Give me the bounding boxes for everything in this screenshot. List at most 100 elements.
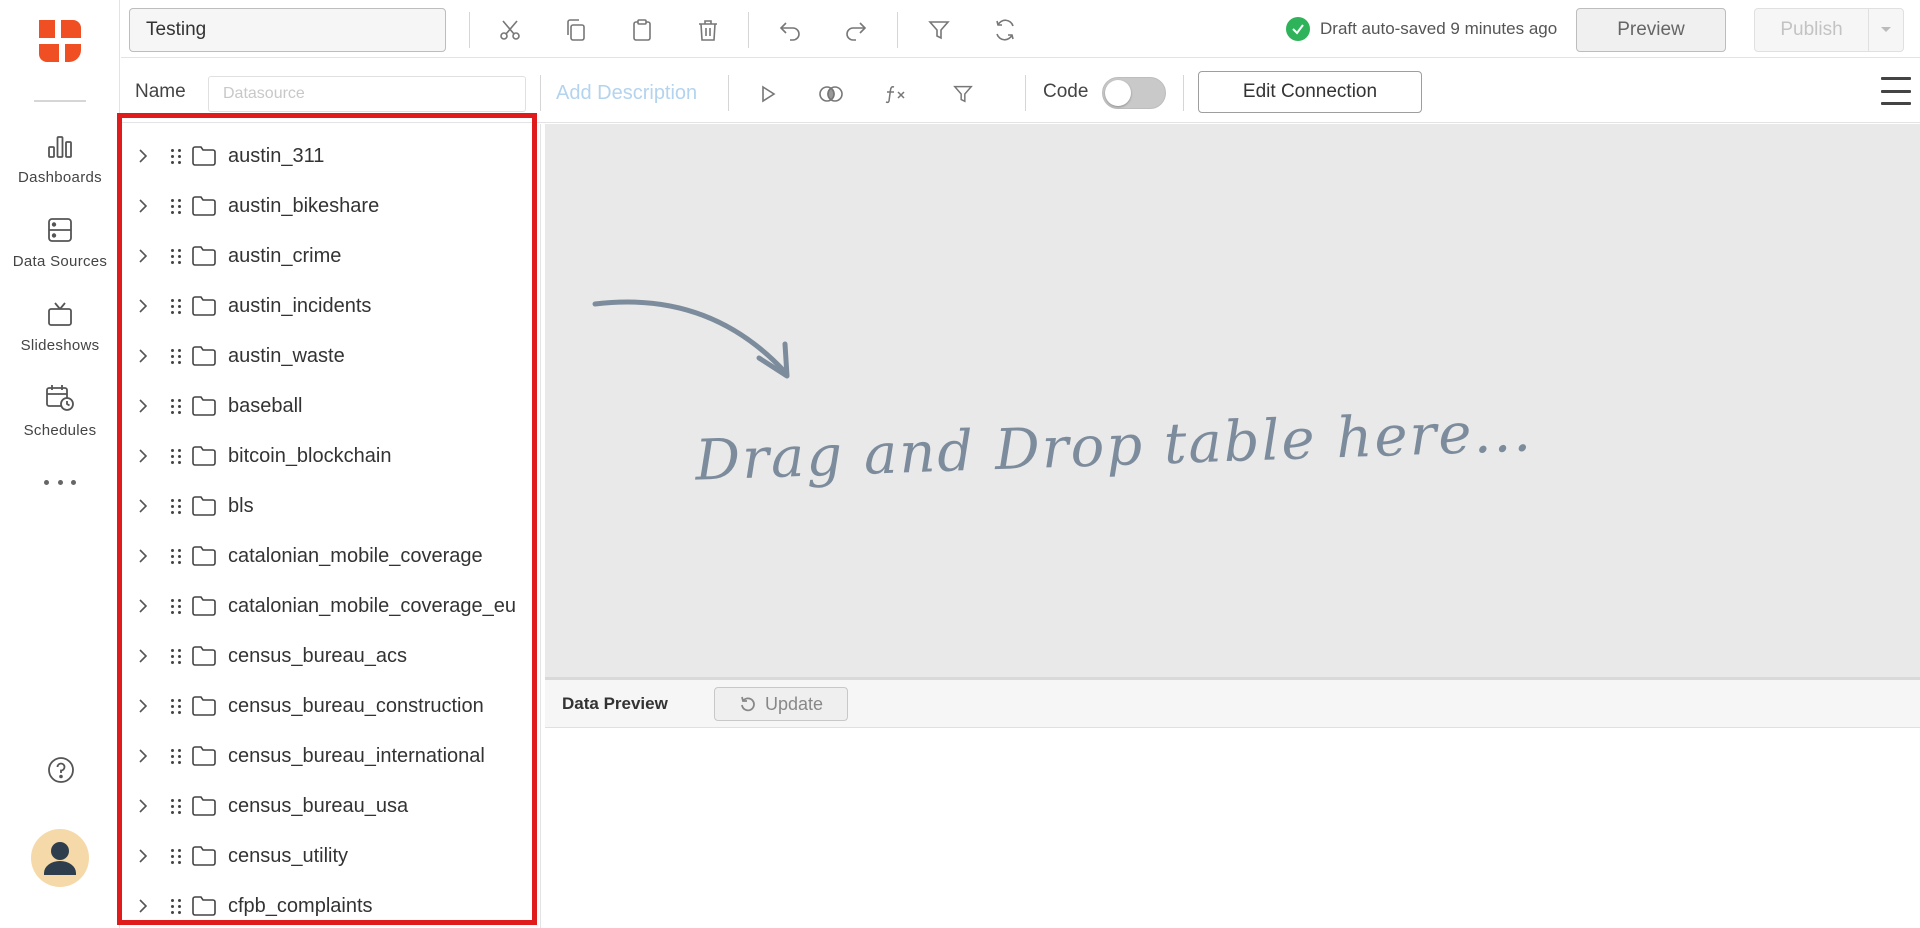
- add-description-link[interactable]: Add Description: [556, 82, 697, 105]
- nav-item-schedules[interactable]: Schedules: [0, 384, 120, 440]
- filter-icon: [928, 21, 950, 40]
- toolbar-divider: [748, 12, 749, 48]
- drag-handle-icon[interactable]: [171, 898, 183, 914]
- chevron-right-icon[interactable]: [133, 248, 153, 264]
- nav-item-slideshows[interactable]: Slideshows: [0, 301, 120, 355]
- drag-handle-icon[interactable]: [171, 348, 183, 364]
- database-icon: [48, 218, 72, 242]
- chevron-right-icon[interactable]: [133, 498, 153, 514]
- tree-item[interactable]: catalonian_mobile_coverage: [121, 531, 540, 581]
- tree-item[interactable]: census_bureau_acs: [121, 631, 540, 681]
- drag-handle-icon[interactable]: [171, 648, 183, 664]
- tree-item-label: austin_incidents: [228, 294, 372, 317]
- help-icon[interactable]: [47, 756, 75, 784]
- chevron-right-icon[interactable]: [133, 148, 153, 164]
- folder-icon: [191, 495, 217, 517]
- tree-item[interactable]: baseball: [121, 381, 540, 431]
- nav-item-dashboards[interactable]: Dashboards: [0, 133, 120, 187]
- preview-button[interactable]: Preview: [1576, 8, 1726, 52]
- drag-handle-icon[interactable]: [171, 398, 183, 414]
- chevron-right-icon[interactable]: [133, 698, 153, 714]
- chevron-right-icon[interactable]: [133, 798, 153, 814]
- drag-handle-icon[interactable]: [171, 298, 183, 314]
- tree-item[interactable]: census_bureau_international: [121, 731, 540, 781]
- copy-button[interactable]: [560, 14, 592, 46]
- edit-connection-button[interactable]: Edit Connection: [1198, 71, 1422, 113]
- user-avatar[interactable]: [31, 829, 89, 887]
- nav-item-data-sources[interactable]: Data Sources: [0, 217, 120, 271]
- tree-item-label: catalonian_mobile_coverage_eu: [228, 594, 516, 617]
- more-options-icon[interactable]: [44, 476, 76, 488]
- toolbar-divider: [897, 12, 898, 48]
- toolbar-divider: [1183, 75, 1184, 111]
- query-canvas: Drag and Drop table here...: [545, 124, 1920, 677]
- drag-handle-icon[interactable]: [171, 498, 183, 514]
- filter-icon: [953, 85, 973, 103]
- folder-icon: [191, 745, 217, 767]
- filter-button[interactable]: [948, 79, 978, 109]
- update-button[interactable]: Update: [714, 687, 848, 721]
- tree-item[interactable]: bitcoin_blockchain: [121, 431, 540, 481]
- chevron-right-icon[interactable]: [133, 548, 153, 564]
- chevron-right-icon[interactable]: [133, 848, 153, 864]
- join-button[interactable]: [816, 79, 846, 109]
- publish-button[interactable]: Publish: [1755, 9, 1869, 51]
- tree-item[interactable]: census_utility: [121, 831, 540, 881]
- chevron-right-icon[interactable]: [133, 648, 153, 664]
- tree-item[interactable]: cfpb_complaints: [121, 881, 540, 928]
- chevron-right-icon[interactable]: [133, 398, 153, 414]
- tree-item[interactable]: catalonian_mobile_coverage_eu: [121, 581, 540, 631]
- tree-item[interactable]: austin_incidents: [121, 281, 540, 331]
- drag-handle-icon[interactable]: [171, 448, 183, 464]
- tree-item-label: census_bureau_acs: [228, 644, 408, 667]
- datasource-name-input[interactable]: [208, 76, 526, 112]
- dashboard-title-input[interactable]: [129, 8, 446, 52]
- nav-label-schedules: Schedules: [23, 422, 97, 439]
- formula-button[interactable]: [882, 79, 912, 109]
- tree-item[interactable]: census_bureau_usa: [121, 781, 540, 831]
- drag-handle-icon[interactable]: [171, 248, 183, 264]
- curved-arrow-icon: [592, 299, 790, 379]
- tree-item[interactable]: bls: [121, 481, 540, 531]
- drag-handle-icon[interactable]: [171, 798, 183, 814]
- drag-handle-icon[interactable]: [171, 148, 183, 164]
- tree-item-label: austin_bikeshare: [228, 194, 380, 217]
- chevron-right-icon[interactable]: [133, 198, 153, 214]
- delete-button[interactable]: [692, 14, 724, 46]
- chevron-right-icon[interactable]: [133, 598, 153, 614]
- undo-button[interactable]: [774, 14, 806, 46]
- tree-item[interactable]: austin_bikeshare: [121, 181, 540, 231]
- filter-button[interactable]: [923, 14, 955, 46]
- app-logo-icon[interactable]: [35, 16, 85, 66]
- folder-icon: [191, 345, 217, 367]
- refresh-button[interactable]: [989, 14, 1021, 46]
- chevron-right-icon[interactable]: [133, 898, 153, 914]
- tree-item-label: catalonian_mobile_coverage: [228, 544, 483, 567]
- drag-handle-icon[interactable]: [171, 598, 183, 614]
- menu-icon[interactable]: [1881, 77, 1911, 105]
- tree-item[interactable]: austin_311: [121, 131, 540, 181]
- chevron-right-icon[interactable]: [133, 348, 153, 364]
- drag-handle-icon[interactable]: [171, 848, 183, 864]
- drag-handle-icon[interactable]: [171, 748, 183, 764]
- drag-handle-icon[interactable]: [171, 548, 183, 564]
- drag-handle-icon[interactable]: [171, 698, 183, 714]
- run-button[interactable]: [753, 79, 783, 109]
- tv-icon: [48, 302, 72, 326]
- tree-item[interactable]: census_bureau_construction: [121, 681, 540, 731]
- publish-dropdown-button[interactable]: [1869, 9, 1903, 51]
- chevron-right-icon[interactable]: [133, 748, 153, 764]
- paste-button[interactable]: [626, 14, 658, 46]
- code-toggle[interactable]: [1102, 77, 1166, 109]
- tree-item[interactable]: austin_waste: [121, 331, 540, 381]
- cut-button[interactable]: [494, 14, 526, 46]
- chevron-right-icon[interactable]: [133, 298, 153, 314]
- redo-button[interactable]: [840, 14, 872, 46]
- drag-handle-icon[interactable]: [171, 198, 183, 214]
- play-icon: [762, 85, 776, 103]
- tree-item[interactable]: austin_crime: [121, 231, 540, 281]
- chevron-right-icon[interactable]: [133, 448, 153, 464]
- folder-icon: [191, 895, 217, 917]
- publish-button-group[interactable]: Publish: [1754, 8, 1904, 52]
- table-dropzone[interactable]: Drag and Drop table here...: [545, 124, 1920, 677]
